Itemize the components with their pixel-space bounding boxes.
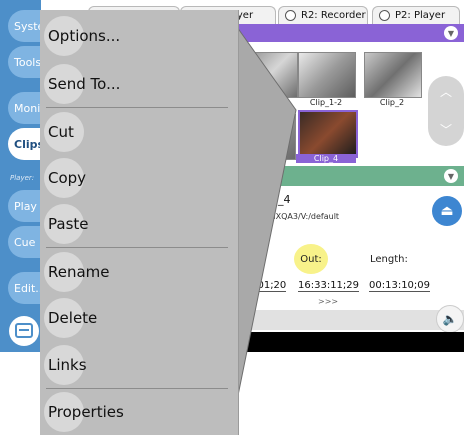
bin-header-bar: ▼	[218, 24, 464, 42]
video-strip	[218, 332, 464, 352]
radio-icon	[285, 10, 296, 21]
radio-icon	[379, 10, 390, 21]
clip-label: Clip_2	[379, 98, 405, 107]
clip-location: ration: MXQA3/V:/default	[240, 212, 340, 221]
loaded-clip-name: p: Clip_4	[243, 193, 291, 206]
clip-thumbnail[interactable]	[364, 52, 422, 98]
menu-item-label: Links	[48, 356, 87, 374]
nav-system[interactable]: Syste	[8, 10, 44, 42]
menu-item-label: Cut	[48, 123, 74, 141]
nav-cue-label: Cue	[14, 235, 36, 249]
in-timecode[interactable]: :20:01;20	[238, 280, 287, 292]
out-timecode[interactable]: 16:33:11;29	[298, 280, 360, 292]
context-menu: Options... Send To... Cut Copy Paste Ren…	[40, 10, 238, 435]
chevron-down-icon[interactable]: ▼	[444, 169, 458, 183]
in-label: n:	[242, 254, 252, 265]
more-indicator[interactable]: >>>	[318, 297, 338, 306]
menu-divider	[46, 388, 228, 389]
tab-p2-label: P2: Player	[395, 10, 446, 21]
clip-label: Clip_1-1	[251, 98, 285, 107]
tab-r2-label: R2: Recorder	[301, 10, 366, 21]
nav-edit[interactable]: Edit..	[8, 272, 44, 304]
clip-label: Clip_3	[253, 155, 279, 164]
transport-bar: >>>	[218, 297, 464, 330]
menu-item-label: Send To...	[48, 75, 121, 93]
nav-play[interactable]: Play	[8, 190, 44, 222]
nav-edit-label: Edit..	[14, 281, 43, 295]
clip-label: Clip_1-2	[309, 98, 343, 107]
menu-item-copy[interactable]: Copy	[40, 156, 230, 200]
menu-item-cut[interactable]: Cut	[40, 110, 230, 154]
chevron-up-icon[interactable]: ︿	[439, 84, 453, 99]
tab-p2-player[interactable]: P2: Player	[372, 6, 460, 24]
nav-monitor-label: Moni	[14, 101, 41, 115]
nav-cue[interactable]: Cue	[8, 226, 44, 258]
eject-icon[interactable]: ⏏	[432, 196, 462, 226]
clip-thumbnail[interactable]	[238, 114, 296, 160]
menu-item-send-to[interactable]: Send To...	[40, 62, 230, 106]
nav-tools-label: Tools	[14, 55, 42, 69]
menu-item-label: Copy	[48, 169, 87, 187]
menu-item-options[interactable]: Options...	[40, 14, 230, 58]
volume-icon[interactable]: 🔈	[436, 305, 464, 333]
clips-scroller[interactable]: ︿ ﹀	[428, 76, 464, 146]
clip-thumbnail[interactable]	[240, 52, 298, 98]
chevron-down-icon[interactable]: ﹀	[439, 122, 453, 137]
nav-tools[interactable]: Tools	[8, 46, 44, 78]
player-header-bar: ▼	[218, 166, 464, 186]
menu-item-paste[interactable]: Paste	[40, 202, 230, 246]
clip-thumbnail-selected[interactable]	[298, 110, 358, 158]
menu-item-links[interactable]: Links	[40, 343, 230, 387]
menu-icon[interactable]	[9, 316, 39, 346]
length-label: Length:	[370, 254, 408, 265]
menu-item-delete[interactable]: Delete	[40, 296, 230, 340]
menu-item-label: Paste	[48, 215, 89, 233]
nav-monitor[interactable]: Moni	[8, 92, 44, 124]
out-label[interactable]: Out:	[294, 244, 328, 274]
menu-item-label: Delete	[48, 309, 98, 327]
menu-divider	[46, 247, 228, 248]
nav-play-label: Play	[14, 199, 37, 213]
player-section-label: Player:	[10, 174, 35, 182]
clip-thumbnail[interactable]	[298, 52, 356, 98]
menu-divider	[46, 107, 228, 108]
menu-item-rename[interactable]: Rename	[40, 250, 230, 294]
chevron-down-icon[interactable]: ▼	[444, 26, 458, 40]
length-timecode[interactable]: 00:13:10;09	[369, 280, 431, 292]
menu-item-label: Rename	[48, 263, 110, 281]
menu-item-properties[interactable]: Properties	[40, 390, 230, 434]
menu-item-label: Options...	[48, 27, 121, 45]
nav-clips[interactable]: Clips	[8, 128, 44, 160]
left-nav: Syste Tools Moni Clips Player: Play Cue …	[0, 0, 44, 352]
tab-r2-recorder[interactable]: R2: Recorder	[278, 6, 368, 24]
menu-item-label: Properties	[48, 403, 124, 421]
clip-label-selected: Clip_4	[296, 154, 356, 163]
